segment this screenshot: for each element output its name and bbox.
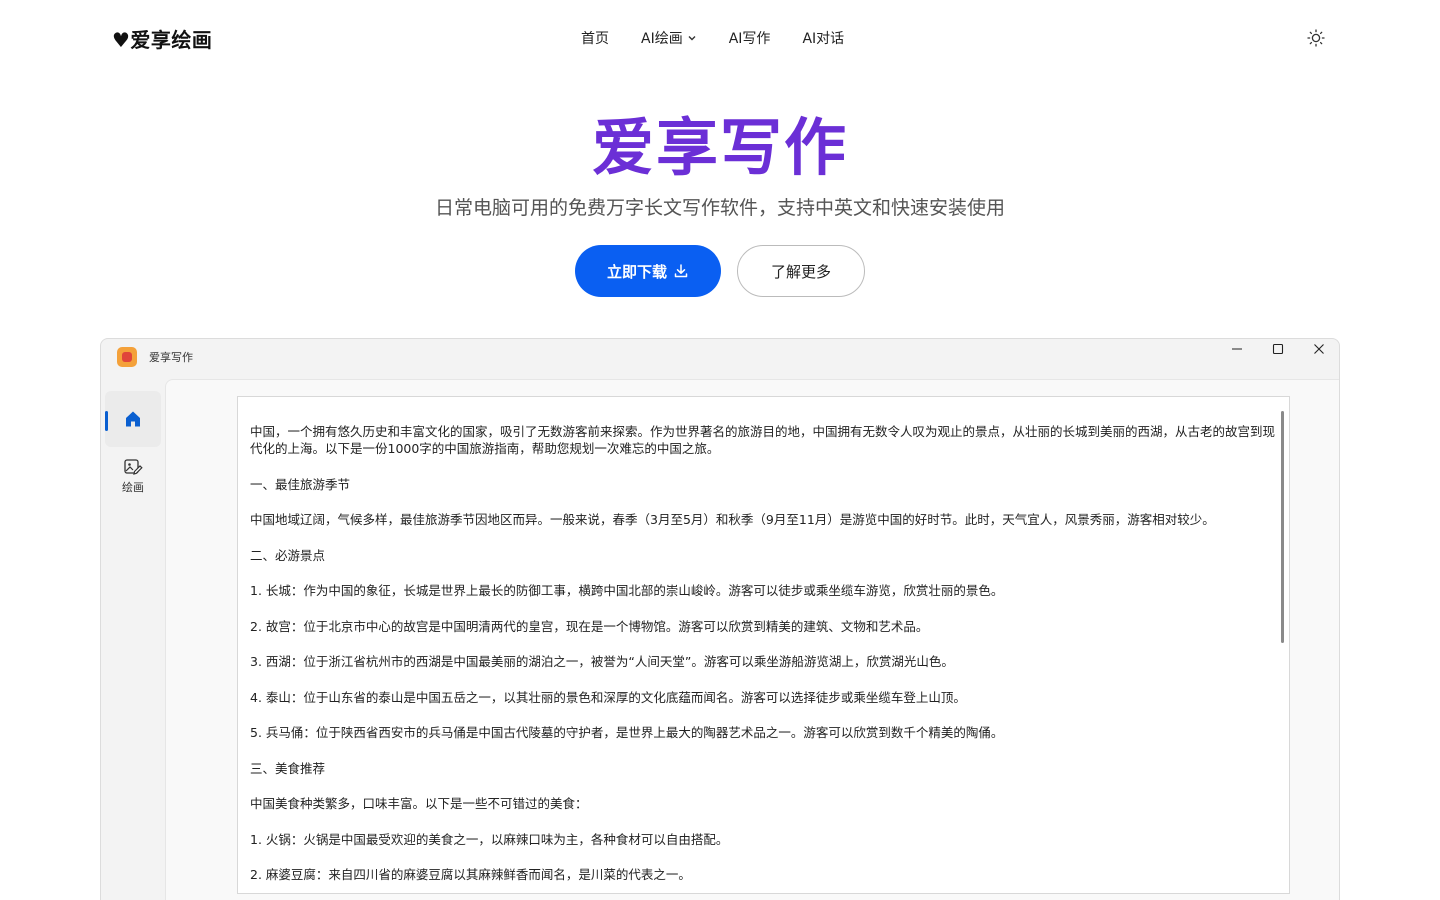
main-menu: 首页 AI绘画 AI写作 AI对话 bbox=[581, 28, 876, 48]
minimize-button[interactable] bbox=[1217, 339, 1257, 359]
document-editor[interactable]: 中国，一个拥有悠久历史和丰富文化的国家，吸引了无数游客前来探索。作为世界著名的旅… bbox=[237, 396, 1290, 894]
paragraph: 中国地域辽阔，气候多样，最佳旅游季节因地区而异。一般来说，春季（3月至5月）和秋… bbox=[250, 512, 1215, 527]
close-button[interactable] bbox=[1299, 339, 1339, 359]
paragraph: 2. 故宫：位于北京市中心的故宫是中国明清两代的皇宫，现在是一个博物馆。游客可以… bbox=[250, 618, 929, 634]
sidebar-item-home[interactable] bbox=[105, 391, 161, 447]
menu-item-label: AI对话 bbox=[802, 31, 845, 47]
top-nav: ♥爱享绘画 首页 AI绘画 AI写作 AI对话 bbox=[0, 0, 1440, 76]
minimize-icon bbox=[1232, 348, 1242, 350]
main-content: 中国，一个拥有悠久历史和丰富文化的国家，吸引了无数游客前来探索。作为世界著名的旅… bbox=[165, 379, 1339, 900]
paragraph: 4. 泰山：位于山东省的泰山是中国五岳之一，以其壮丽的景色和深厚的文化底蕴而闻名… bbox=[250, 689, 966, 705]
menu-item-label: AI绘画 bbox=[641, 31, 683, 47]
menu-item-label: AI写作 bbox=[728, 31, 771, 47]
active-indicator bbox=[105, 411, 108, 431]
learn-more-button[interactable]: 了解更多 bbox=[737, 245, 865, 297]
close-icon bbox=[1314, 344, 1324, 354]
menu-item-ai-writing[interactable]: AI写作 bbox=[729, 28, 771, 48]
document-text[interactable]: 中国，一个拥有悠久历史和丰富文化的国家，吸引了无数游客前来探索。作为世界著名的旅… bbox=[250, 423, 1280, 893]
home-icon bbox=[126, 411, 140, 427]
paragraph: 3. 西湖：位于浙江省杭州市的西湖是中国最美丽的湖泊之一，被誉为“人间天堂”。游… bbox=[250, 654, 954, 669]
paragraph: 二、必游景点 bbox=[250, 547, 326, 563]
menu-item-ai-painting[interactable]: AI绘画 bbox=[641, 28, 697, 48]
maximize-button[interactable] bbox=[1258, 339, 1298, 359]
menu-item-ai-chat[interactable]: AI对话 bbox=[802, 28, 844, 48]
download-icon bbox=[674, 264, 688, 278]
app-sidebar: 绘画 bbox=[101, 379, 165, 900]
paragraph: 5. 兵马俑：位于陕西省西安市的兵马俑是中国古代陵墓的守护者，是世界上最大的陶器… bbox=[250, 725, 1004, 740]
maximize-icon bbox=[1272, 343, 1284, 355]
paragraph: 三、美食推荐 bbox=[250, 760, 326, 776]
paragraph: 中国，一个拥有悠久历史和丰富文化的国家，吸引了无数游客前来探索。作为世界著名的旅… bbox=[250, 424, 1276, 456]
window-titlebar: 爱享写作 bbox=[101, 339, 1339, 379]
menu-item-label: 首页 bbox=[581, 31, 609, 47]
chevron-down-icon bbox=[688, 36, 696, 41]
menu-item-home[interactable]: 首页 bbox=[581, 28, 609, 48]
paragraph: 2. 麻婆豆腐：来自四川省的麻婆豆腐以其麻辣鲜香而闻名，是川菜的代表之一。 bbox=[250, 867, 691, 882]
paragraph: 一、最佳旅游季节 bbox=[250, 476, 351, 492]
download-button-label: 立即下载 bbox=[606, 263, 667, 281]
sun-icon[interactable] bbox=[1306, 28, 1326, 48]
paragraph: 1. 长城：作为中国的象征，长城是世界上最长的防御工事，横跨中国北部的崇山峻岭。… bbox=[250, 583, 1004, 598]
app-logo-icon bbox=[117, 347, 137, 367]
hero-title: 爱享写作 bbox=[591, 111, 848, 184]
app-window-preview: 爱享写作 绘画 中国，一个拥有悠久历史和丰富文化的国家，吸引了无数游客前来探索。… bbox=[100, 338, 1340, 900]
window-title: 爱享写作 bbox=[149, 351, 193, 364]
sidebar-item-label: 绘画 bbox=[122, 481, 144, 494]
learn-more-button-label: 了解更多 bbox=[770, 263, 831, 281]
sidebar-item-draw[interactable]: 绘画 bbox=[105, 449, 161, 503]
paragraph: 中国美食种类繁多，口味丰富。以下是一些不可错过的美食： bbox=[250, 796, 588, 811]
hero-subtitle: 日常电脑可用的免费万字长文写作软件，支持中英文和快速安装使用 bbox=[434, 197, 1005, 219]
document-scrollbar[interactable] bbox=[1281, 411, 1284, 643]
image-edit-icon bbox=[124, 459, 143, 475]
paragraph: 1. 火锅：火锅是中国最受欢迎的美食之一，以麻辣口味为主，各种食材可以自由搭配。 bbox=[250, 831, 729, 847]
download-button[interactable]: 立即下载 bbox=[575, 245, 721, 297]
site-logo[interactable]: ♥爱享绘画 bbox=[112, 24, 212, 53]
